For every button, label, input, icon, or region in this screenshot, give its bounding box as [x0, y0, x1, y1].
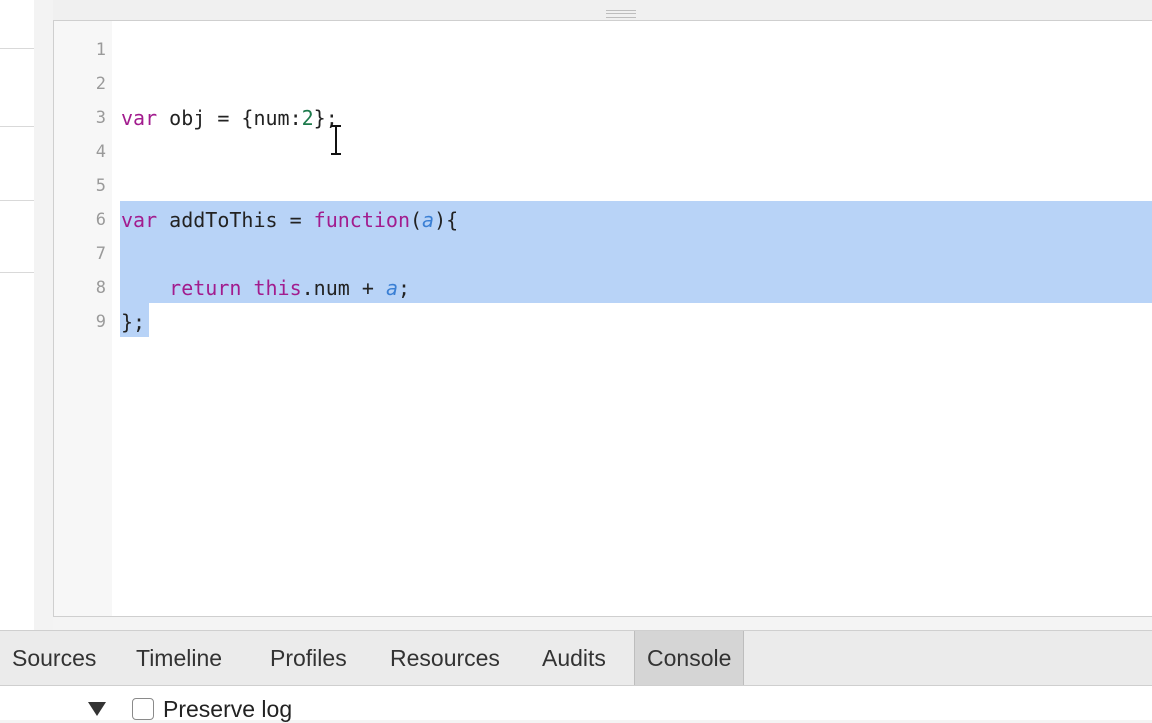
line-number: 8 — [95, 278, 106, 298]
line-code: }; — [121, 305, 145, 339]
line-number: 3 — [95, 108, 106, 128]
line-code: var obj = {num:2}; — [121, 101, 338, 135]
line-code: var addToThis = function(a){ — [121, 203, 458, 237]
resize-handle-icon[interactable] — [606, 10, 636, 18]
code-token: addToThis = — [157, 208, 314, 232]
code-editor[interactable]: 1 2 3 var obj = {num:2}; 4 5 6 var addToThis = … — [53, 21, 1152, 617]
code-token: function — [313, 208, 410, 232]
text-cursor-icon — [331, 125, 341, 155]
code-line: 9}; — [54, 305, 1152, 339]
code-token: a — [385, 276, 398, 300]
code-token: }; — [121, 310, 146, 334]
code-line: 3 var obj = {num:2}; — [54, 101, 1152, 135]
code-token: this — [253, 276, 302, 300]
code-token: ( — [410, 208, 423, 232]
line-number: 7 — [95, 244, 106, 264]
divider — [0, 48, 34, 49]
code-line: 7 — [54, 237, 1152, 271]
left-panel-strip — [0, 0, 34, 630]
line-number: 6 — [95, 210, 106, 230]
code-token: ; — [397, 276, 411, 300]
code-line: 2 — [54, 67, 1152, 101]
code-line: 5 — [54, 169, 1152, 203]
code-line: 1 — [54, 33, 1152, 67]
preserve-log-checkbox[interactable] — [132, 698, 154, 720]
tab-audits[interactable]: Audits — [530, 631, 618, 685]
panel-separator — [34, 0, 53, 630]
code-token: var — [121, 106, 158, 130]
code-token: 2 — [301, 106, 314, 130]
devtools-tab-bar: Sources Timeline Profiles Resources Audi… — [0, 630, 1152, 686]
line-code: return this.num + a; — [121, 271, 410, 305]
tab-timeline[interactable]: Timeline — [124, 631, 234, 685]
divider — [0, 272, 34, 273]
code-token: a — [422, 208, 435, 232]
code-token: ){ — [434, 208, 459, 232]
line-number: 9 — [95, 312, 106, 332]
code-line: 4 — [54, 135, 1152, 169]
code-line: 8 return this.num + a; — [54, 271, 1152, 305]
divider — [0, 200, 34, 201]
code-token: var — [121, 208, 158, 232]
line-number: 4 — [95, 142, 106, 162]
code-token: obj = {num: — [157, 106, 302, 130]
divider — [0, 126, 34, 127]
editor-top-bar — [53, 0, 1152, 21]
tab-console[interactable]: Console — [634, 631, 745, 685]
line-number: 2 — [95, 74, 106, 94]
triangle-down-icon[interactable] — [88, 702, 106, 716]
line-number: 1 — [95, 40, 106, 60]
console-toolbar: Preserve log — [0, 686, 1152, 722]
tab-profiles[interactable]: Profiles — [258, 631, 359, 685]
preserve-log-label: Preserve log — [163, 696, 293, 722]
line-number: 5 — [95, 176, 106, 196]
code-token: .num + — [301, 276, 386, 300]
tab-resources[interactable]: Resources — [378, 631, 512, 685]
code-line: 6 var addToThis = function(a){ — [54, 203, 1152, 237]
tab-sources[interactable]: Sources — [0, 631, 108, 685]
code-token: return — [169, 276, 242, 300]
